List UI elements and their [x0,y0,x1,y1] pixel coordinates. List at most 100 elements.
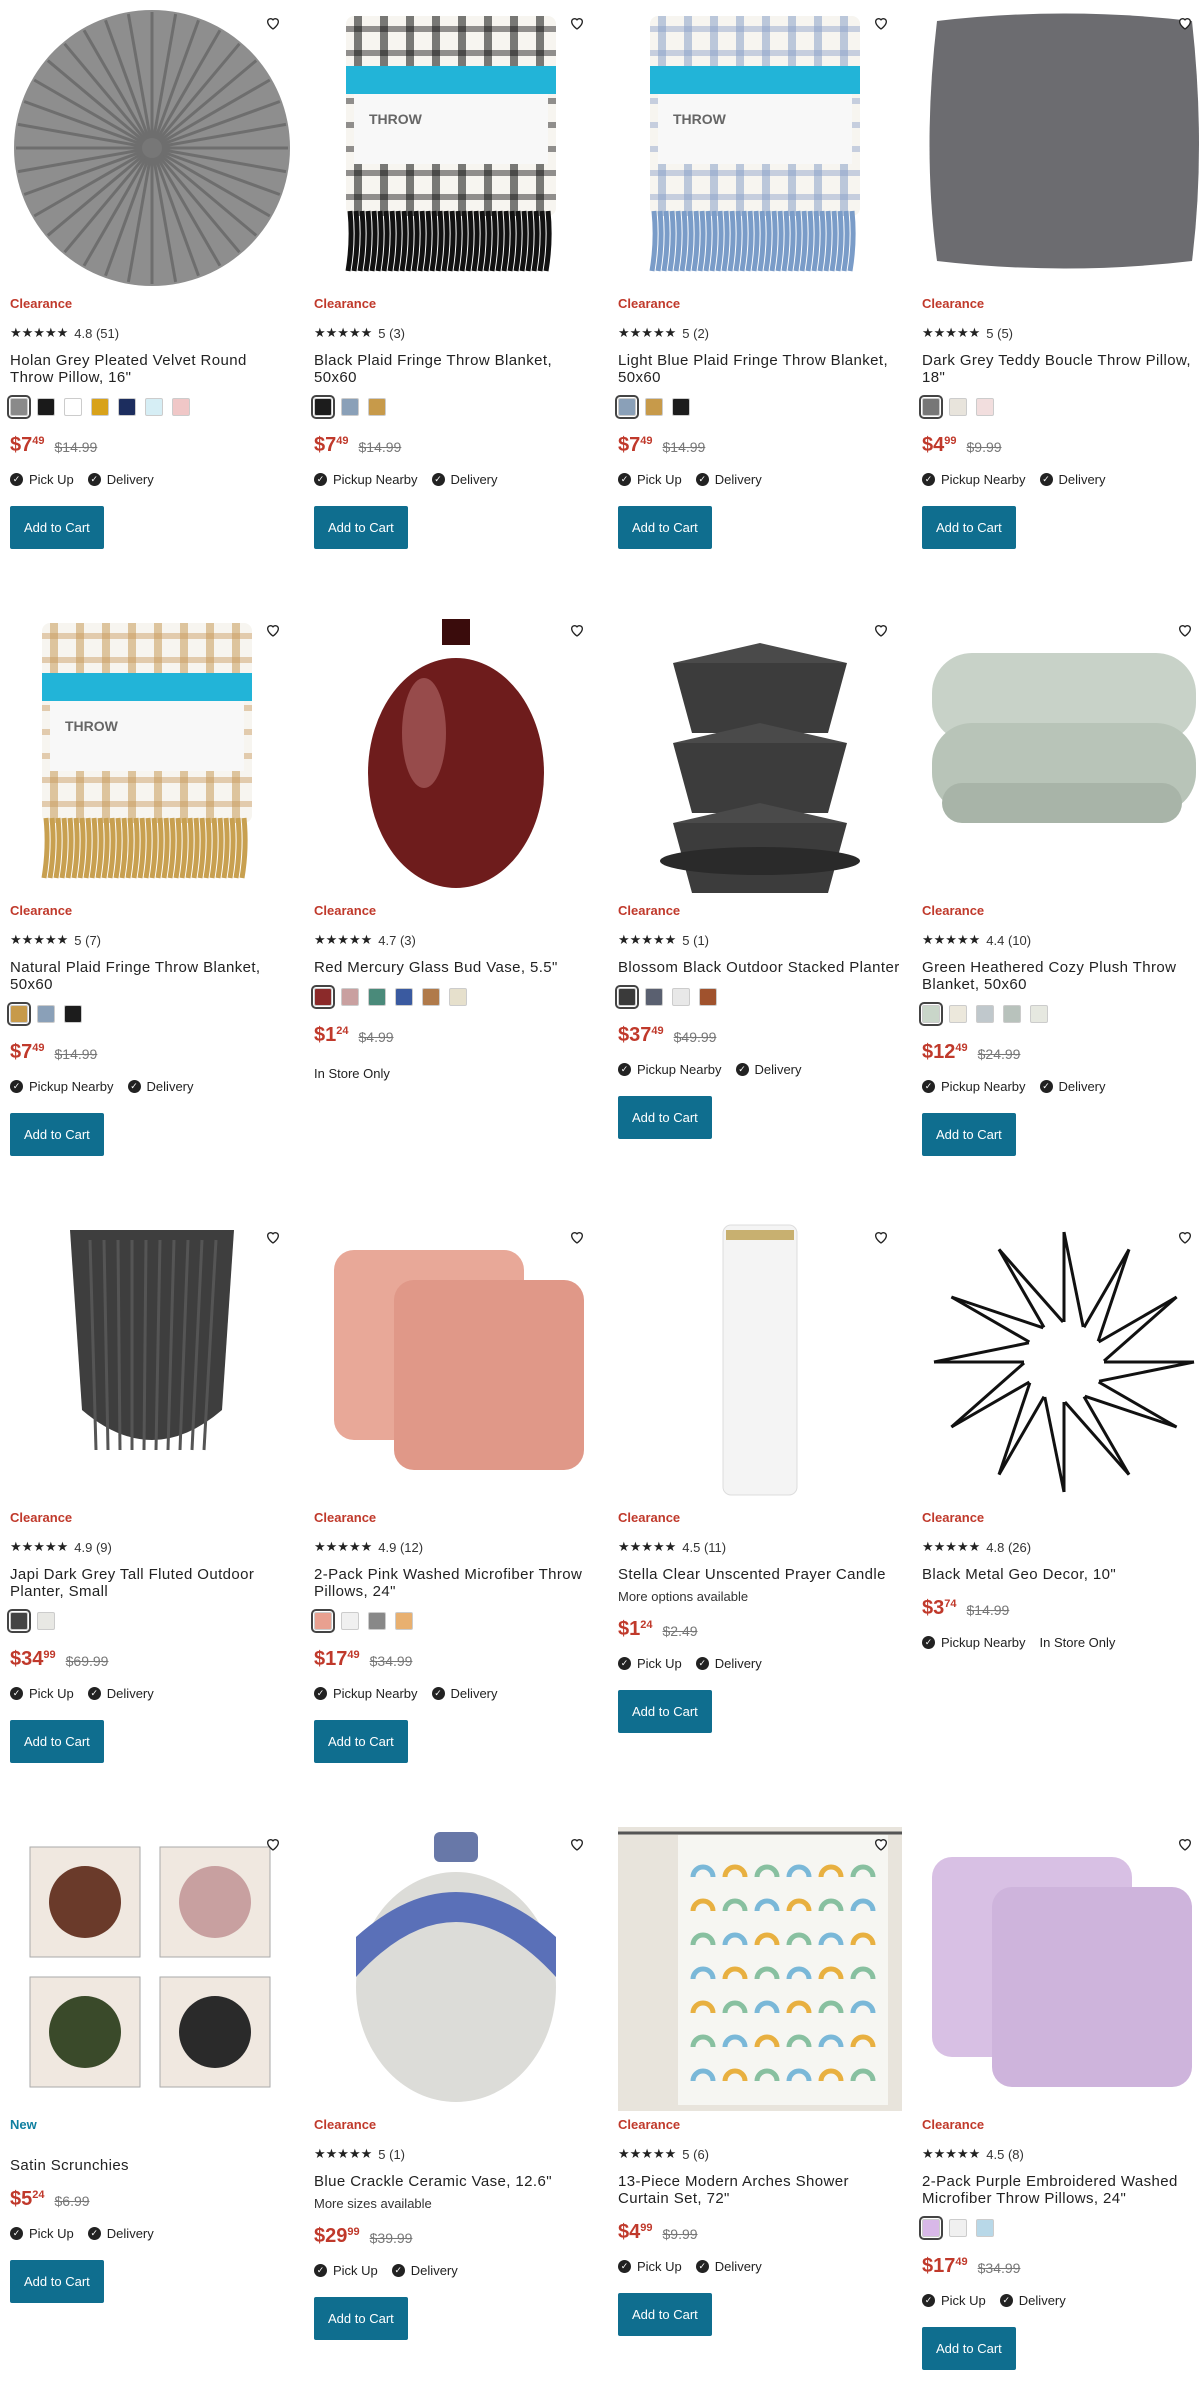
product-image[interactable] [10,6,294,290]
product-image[interactable] [10,1220,294,1504]
product-image[interactable]: THROW [618,6,902,290]
color-swatch[interactable] [368,988,386,1006]
color-swatch[interactable] [976,1005,994,1023]
product-image[interactable]: THROW [314,6,598,290]
product-title[interactable]: Satin Scrunchies [10,2157,294,2174]
heart-icon[interactable] [868,1224,894,1250]
color-swatch[interactable] [615,395,639,419]
product-image[interactable] [10,1827,294,2111]
heart-icon[interactable] [868,10,894,36]
product-title[interactable]: 2-Pack Purple Embroidered Washed Microfi… [922,2173,1200,2207]
heart-icon[interactable] [564,10,590,36]
rating[interactable]: ★★★★★ 4.5 (8) [922,2146,1200,2162]
color-swatch[interactable] [37,1612,55,1630]
color-swatch[interactable] [645,988,663,1006]
rating[interactable]: ★★★★★ 4.7 (3) [314,932,598,948]
color-swatch[interactable] [341,988,359,1006]
color-swatch[interactable] [91,398,109,416]
color-swatch[interactable] [341,398,359,416]
add-to-cart-button[interactable]: Add to Cart [922,2327,1016,2370]
color-swatch[interactable] [395,1612,413,1630]
color-swatch[interactable] [976,2219,994,2237]
product-image[interactable] [314,1827,598,2111]
color-swatch[interactable] [172,398,190,416]
product-title[interactable]: Black Metal Geo Decor, 10" [922,1566,1200,1583]
rating[interactable]: ★★★★★ 5 (7) [10,932,294,948]
product-image[interactable] [314,613,598,897]
rating[interactable]: ★★★★★ 4.4 (10) [922,932,1200,948]
color-swatch[interactable] [1003,1005,1021,1023]
rating[interactable]: ★★★★★ 5 (6) [618,2146,902,2162]
rating[interactable]: ★★★★★ 5 (5) [922,325,1200,341]
product-image[interactable] [922,6,1200,290]
color-swatch[interactable] [37,1005,55,1023]
product-title[interactable]: Holan Grey Pleated Velvet Round Throw Pi… [10,352,294,386]
product-image[interactable] [618,1220,902,1504]
add-to-cart-button[interactable]: Add to Cart [618,1096,712,1139]
heart-icon[interactable] [260,1831,286,1857]
product-title[interactable]: Green Heathered Cozy Plush Throw Blanket… [922,959,1200,993]
heart-icon[interactable] [260,10,286,36]
product-title[interactable]: Japi Dark Grey Tall Fluted Outdoor Plant… [10,1566,294,1600]
heart-icon[interactable] [1172,1224,1198,1250]
color-swatch[interactable] [645,398,663,416]
add-to-cart-button[interactable]: Add to Cart [618,506,712,549]
color-swatch[interactable] [1030,1005,1048,1023]
color-swatch[interactable] [341,1612,359,1630]
product-title[interactable]: Red Mercury Glass Bud Vase, 5.5" [314,959,598,976]
add-to-cart-button[interactable]: Add to Cart [10,1113,104,1156]
color-swatch[interactable] [311,985,335,1009]
color-swatch[interactable] [118,398,136,416]
rating[interactable]: ★★★★★ 5 (1) [314,2146,598,2162]
color-swatch[interactable] [311,1609,335,1633]
rating[interactable]: ★★★★★ 5 (2) [618,325,902,341]
heart-icon[interactable] [1172,10,1198,36]
add-to-cart-button[interactable]: Add to Cart [922,506,1016,549]
add-to-cart-button[interactable]: Add to Cart [314,2297,408,2340]
add-to-cart-button[interactable]: Add to Cart [10,2260,104,2303]
heart-icon[interactable] [260,1224,286,1250]
color-swatch[interactable] [919,2216,943,2240]
color-swatch[interactable] [64,398,82,416]
product-image[interactable] [618,1827,902,2111]
product-image[interactable]: THROW [10,613,294,897]
color-swatch[interactable] [699,988,717,1006]
color-swatch[interactable] [672,398,690,416]
color-swatch[interactable] [919,395,943,419]
product-image[interactable] [922,613,1200,897]
product-title[interactable]: Light Blue Plaid Fringe Throw Blanket, 5… [618,352,902,386]
add-to-cart-button[interactable]: Add to Cart [618,1690,712,1733]
rating[interactable]: ★★★★★ 4.8 (51) [10,325,294,341]
color-swatch[interactable] [422,988,440,1006]
product-title[interactable]: Blossom Black Outdoor Stacked Planter [618,959,902,976]
rating[interactable]: ★★★★★ 4.9 (9) [10,1539,294,1555]
color-swatch[interactable] [311,395,335,419]
product-title[interactable]: 13-Piece Modern Arches Shower Curtain Se… [618,2173,902,2207]
add-to-cart-button[interactable]: Add to Cart [618,2293,712,2336]
color-swatch[interactable] [145,398,163,416]
product-image[interactable] [922,1220,1200,1504]
color-swatch[interactable] [672,988,690,1006]
heart-icon[interactable] [564,617,590,643]
color-swatch[interactable] [7,1609,31,1633]
color-swatch[interactable] [37,398,55,416]
color-swatch[interactable] [7,395,31,419]
rating[interactable]: ★★★★★ 5 (1) [618,932,902,948]
add-to-cart-button[interactable]: Add to Cart [10,1720,104,1763]
color-swatch[interactable] [368,398,386,416]
color-swatch[interactable] [949,398,967,416]
heart-icon[interactable] [1172,617,1198,643]
heart-icon[interactable] [868,1831,894,1857]
product-image[interactable] [314,1220,598,1504]
heart-icon[interactable] [564,1224,590,1250]
heart-icon[interactable] [868,617,894,643]
product-title[interactable]: Blue Crackle Ceramic Vase, 12.6" [314,2173,598,2190]
rating[interactable]: ★★★★★ 4.9 (12) [314,1539,598,1555]
color-swatch[interactable] [64,1005,82,1023]
add-to-cart-button[interactable]: Add to Cart [314,506,408,549]
product-title[interactable]: Natural Plaid Fringe Throw Blanket, 50x6… [10,959,294,993]
heart-icon[interactable] [1172,1831,1198,1857]
color-swatch[interactable] [949,2219,967,2237]
color-swatch[interactable] [395,988,413,1006]
product-title[interactable]: Stella Clear Unscented Prayer Candle [618,1566,902,1583]
